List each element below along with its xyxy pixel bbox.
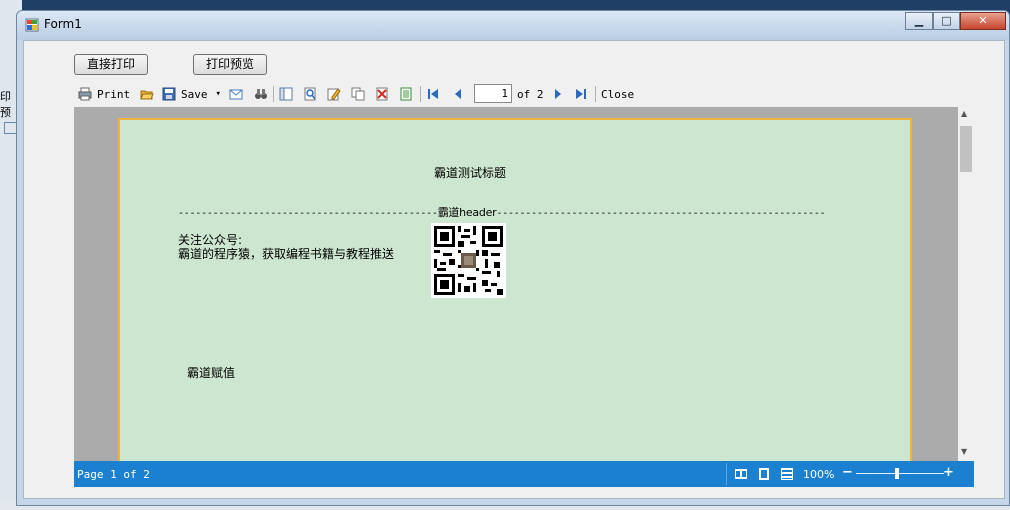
multi-page-view-icon[interactable] bbox=[734, 467, 748, 481]
print-button[interactable]: Print bbox=[78, 85, 130, 103]
page-setup-icon bbox=[400, 87, 412, 101]
minimize-button[interactable]: ▁ bbox=[905, 12, 933, 30]
window-title: Form1 bbox=[44, 17, 82, 31]
report-title: 霸道测试标题 bbox=[434, 166, 507, 180]
toolbar-separator bbox=[273, 86, 274, 102]
first-page-icon bbox=[428, 89, 438, 99]
print-preview-button[interactable]: 打印预览 bbox=[193, 54, 267, 75]
close-preview-button[interactable]: Close bbox=[601, 85, 634, 103]
outline-icon bbox=[279, 87, 293, 101]
zoom-in-button[interactable]: + bbox=[943, 465, 954, 480]
scroll-down-arrow[interactable]: ▼ bbox=[961, 447, 967, 456]
close-label: Close bbox=[601, 87, 635, 101]
status-bar: Page 1 of 2 100% − + bbox=[74, 461, 974, 487]
toolbar-separator bbox=[595, 86, 596, 102]
outline-button[interactable] bbox=[279, 85, 293, 103]
header-line: ----------------------------------------… bbox=[178, 204, 826, 220]
follow-text-line2: 霸道的程序猿，获取编程书籍与教程推送 bbox=[178, 247, 395, 261]
last-page-button[interactable] bbox=[574, 85, 588, 103]
page-status-text: Page 1 of 2 bbox=[77, 468, 150, 481]
delete-page-button[interactable] bbox=[375, 85, 389, 103]
toolbar-separator bbox=[420, 86, 421, 102]
previous-page-icon bbox=[455, 89, 461, 99]
form-client-area: 直接打印 打印预览 Print Save ▾ 1 of 2 Close 霸道测试… bbox=[23, 40, 1005, 499]
assign-value-text: 霸道赋值 bbox=[187, 366, 236, 380]
binoculars-icon bbox=[255, 89, 267, 99]
zoom-out-button[interactable]: − bbox=[842, 465, 853, 480]
open-button[interactable] bbox=[140, 85, 154, 103]
scrollbar-thumb[interactable] bbox=[960, 126, 972, 172]
delete-page-icon bbox=[376, 87, 388, 101]
of-pages-text: of 2 bbox=[517, 87, 544, 101]
next-page-icon bbox=[555, 89, 561, 99]
page-setup-button[interactable] bbox=[399, 85, 413, 103]
header-dashes-right: ----------------------------------------… bbox=[496, 208, 826, 219]
zoom-level: 100% bbox=[803, 468, 835, 481]
header-text: 霸道header bbox=[437, 206, 497, 219]
continuous-view-icon[interactable] bbox=[780, 467, 794, 481]
floppy-disk-icon bbox=[162, 87, 176, 101]
save-label: Save bbox=[181, 87, 208, 101]
copy-button[interactable] bbox=[351, 85, 365, 103]
vertical-scrollbar[interactable]: ▲ ▼ bbox=[958, 107, 974, 461]
last-page-icon bbox=[576, 89, 586, 99]
form-icon bbox=[25, 18, 39, 32]
status-separator bbox=[726, 463, 727, 485]
report-page: 霸道测试标题 ---------------------------------… bbox=[118, 118, 912, 461]
close-window-button[interactable]: ✕ bbox=[960, 12, 1006, 30]
zoom-slider-thumb[interactable] bbox=[895, 468, 899, 479]
title-bar[interactable]: Form1 ▁ □ ✕ bbox=[17, 11, 1009, 40]
qr-code-icon bbox=[431, 223, 506, 298]
single-page-view-icon[interactable] bbox=[757, 467, 771, 481]
save-button[interactable]: Save ▾ bbox=[162, 85, 221, 103]
print-label: Print bbox=[97, 87, 131, 101]
background-text: 印预 bbox=[0, 90, 11, 119]
envelope-icon bbox=[229, 89, 243, 100]
copy-pages-icon bbox=[351, 87, 365, 101]
zoom-button[interactable] bbox=[303, 85, 317, 103]
report-toolbar: Print Save ▾ 1 of 2 Close bbox=[74, 81, 974, 107]
find-button[interactable] bbox=[254, 85, 268, 103]
next-page-button[interactable] bbox=[551, 85, 565, 103]
preview-area[interactable]: 霸道测试标题 ---------------------------------… bbox=[74, 107, 974, 461]
page-number-input[interactable]: 1 bbox=[474, 84, 512, 103]
header-dashes-left: ----------------------------------------… bbox=[178, 208, 438, 219]
email-button[interactable] bbox=[229, 85, 243, 103]
direct-print-button[interactable]: 直接打印 bbox=[74, 54, 148, 75]
main-window: Form1 ▁ □ ✕ 直接打印 打印预览 Print Save ▾ 1 of … bbox=[16, 10, 1010, 506]
save-dropdown-arrow[interactable]: ▾ bbox=[216, 89, 221, 99]
first-page-button[interactable] bbox=[426, 85, 440, 103]
zoom-page-icon bbox=[304, 87, 316, 101]
folder-open-icon bbox=[140, 90, 154, 100]
zoom-slider-track[interactable] bbox=[856, 473, 944, 474]
scroll-up-arrow[interactable]: ▲ bbox=[961, 109, 967, 118]
previous-page-button[interactable] bbox=[451, 85, 465, 103]
edit-button[interactable] bbox=[327, 85, 341, 103]
page-count-label: of 2 bbox=[517, 85, 544, 103]
printer-icon bbox=[78, 87, 92, 101]
maximize-button[interactable]: □ bbox=[933, 12, 960, 30]
edit-pencil-icon bbox=[327, 88, 341, 101]
